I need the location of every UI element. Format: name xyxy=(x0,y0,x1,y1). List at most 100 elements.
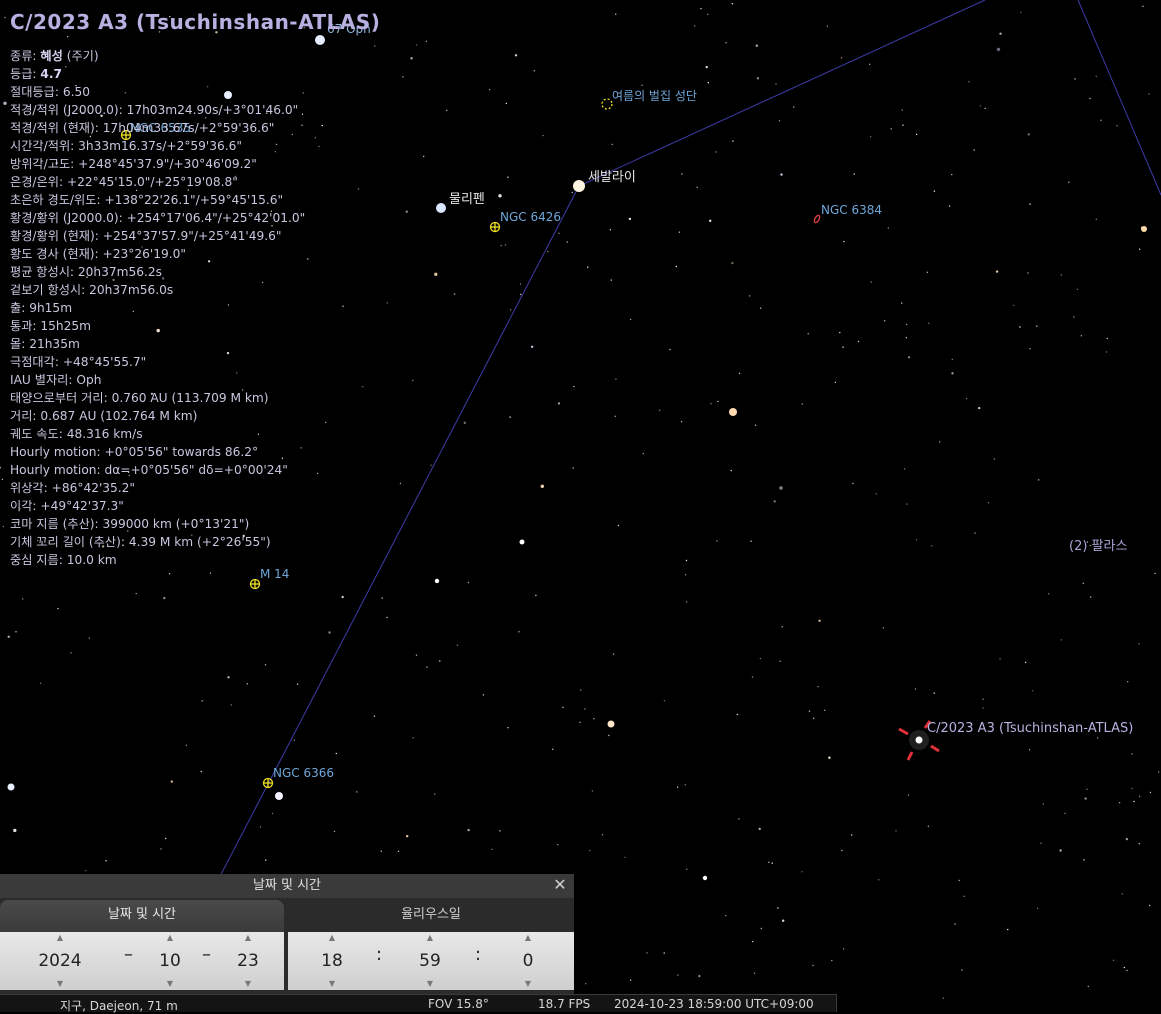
star xyxy=(535,594,537,597)
down-arrow-icon[interactable]: ▼ xyxy=(400,978,460,990)
star-label-mulliphen[interactable]: 물리펜 xyxy=(449,188,485,207)
info-row: 적경/적위 (J2000.0): 17h03m24.90s/+3°01'46.0… xyxy=(10,101,305,119)
up-arrow-icon[interactable]: ▲ xyxy=(302,932,362,944)
star xyxy=(88,637,91,639)
up-arrow-icon[interactable]: ▲ xyxy=(498,932,558,944)
star xyxy=(758,827,761,831)
year-spinner[interactable]: ▲ 2024 ▼ xyxy=(30,932,90,990)
planet-label-pallas[interactable]: (2) 팔라스 xyxy=(1069,535,1127,554)
star xyxy=(781,626,783,628)
up-arrow-icon[interactable]: ▲ xyxy=(400,932,460,944)
tab-julian-day[interactable]: 율리우스일 xyxy=(288,900,574,934)
star xyxy=(410,57,413,60)
star xyxy=(617,524,620,527)
star xyxy=(386,616,388,619)
star xyxy=(841,849,843,852)
star xyxy=(694,25,696,27)
star xyxy=(725,914,727,917)
star xyxy=(705,65,708,69)
star xyxy=(677,974,679,976)
month-value[interactable]: 10 xyxy=(140,944,200,978)
star xyxy=(926,271,929,273)
dso-label-m14[interactable]: M 14 xyxy=(260,567,289,581)
star xyxy=(642,452,644,455)
info-value: +23°26'19.0" xyxy=(102,247,186,261)
down-arrow-icon[interactable]: ▼ xyxy=(30,978,90,990)
star xyxy=(160,848,162,850)
star xyxy=(185,744,187,746)
up-arrow-icon[interactable]: ▲ xyxy=(30,932,90,944)
star xyxy=(1126,969,1128,972)
minute-value[interactable]: 59 xyxy=(400,944,460,978)
star xyxy=(1029,347,1031,350)
star xyxy=(875,493,877,495)
star xyxy=(325,421,327,424)
comet-label[interactable]: C/2023 A3 (Tsuchinshan-ATLAS) xyxy=(927,721,1133,736)
down-arrow-icon[interactable]: ▼ xyxy=(498,978,558,990)
date-separator: – xyxy=(202,944,211,965)
fov-text: FOV 15.8° xyxy=(428,997,489,1011)
star xyxy=(725,42,727,44)
star xyxy=(646,952,648,954)
day-spinner[interactable]: ▲ 23 ▼ xyxy=(218,932,278,990)
star-label-cebalrai[interactable]: 세발라이 xyxy=(588,166,636,185)
info-row: 위상각: +86°42'35.2" xyxy=(10,479,305,497)
star xyxy=(271,812,274,815)
dso-label-ngc6426[interactable]: NGC 6426 xyxy=(500,210,561,224)
info-key: 통과: xyxy=(10,319,37,333)
info-key: 중심 지름: xyxy=(10,553,63,567)
star xyxy=(730,469,732,472)
year-value[interactable]: 2024 xyxy=(30,944,90,978)
down-arrow-icon[interactable]: ▼ xyxy=(302,978,362,990)
star xyxy=(530,345,534,348)
dso-label-ngc6366[interactable]: NGC 6366 xyxy=(273,766,334,780)
star xyxy=(1012,304,1015,306)
hour-value[interactable]: 18 xyxy=(302,944,362,978)
info-key: 극점대각: xyxy=(10,355,59,369)
star xyxy=(987,502,990,504)
tab-date-time[interactable]: 날짜 및 시간 xyxy=(0,900,284,934)
month-spinner[interactable]: ▲ 10 ▼ xyxy=(140,932,200,990)
down-arrow-icon[interactable]: ▼ xyxy=(218,978,278,990)
info-row: Hourly motion: dα=+0°05'56" dδ=+0°00'24" xyxy=(10,461,305,479)
minute-spinner[interactable]: ▲ 59 ▼ xyxy=(400,932,460,990)
info-row: 출: 9h15m xyxy=(10,299,305,317)
star xyxy=(901,109,903,111)
star xyxy=(1084,797,1087,800)
up-arrow-icon[interactable]: ▲ xyxy=(140,932,200,944)
star xyxy=(1118,802,1121,804)
location-text[interactable]: 지구, Daejeon, 71 m xyxy=(60,997,178,1014)
second-spinner[interactable]: ▲ 0 ▼ xyxy=(498,932,558,990)
star xyxy=(684,784,686,786)
star xyxy=(314,137,317,139)
star xyxy=(504,244,507,246)
dialog-titlebar[interactable]: 날짜 및 시간 ✕ xyxy=(0,874,574,898)
datetime-text[interactable]: 2024-10-23 18:59:00 UTC+09:00 xyxy=(614,997,814,1011)
dialog-title: 날짜 및 시간 xyxy=(252,878,322,893)
second-value[interactable]: 0 xyxy=(498,944,558,978)
cluster-label[interactable]: 여름의 벌집 성단 xyxy=(612,87,697,104)
close-icon[interactable]: ✕ xyxy=(552,877,568,893)
star xyxy=(488,89,491,91)
star xyxy=(434,272,438,276)
star xyxy=(585,983,587,985)
star xyxy=(884,320,886,322)
star xyxy=(1139,248,1141,250)
info-key: 은경/은위: xyxy=(10,175,64,189)
star xyxy=(716,540,718,542)
hour-spinner[interactable]: ▲ 18 ▼ xyxy=(302,932,362,990)
day-value[interactable]: 23 xyxy=(218,944,278,978)
star xyxy=(201,700,203,702)
star xyxy=(731,3,734,5)
info-row: 기체 꼬리 길이 (추산): 4.39 M km (+2°26'55") xyxy=(10,533,305,551)
up-arrow-icon[interactable]: ▲ xyxy=(218,932,278,944)
star xyxy=(1133,800,1135,803)
star xyxy=(826,25,829,27)
down-arrow-icon[interactable]: ▼ xyxy=(140,978,200,990)
star xyxy=(614,415,616,417)
info-value: 4.7 xyxy=(40,67,62,81)
dso-label-ngc6384[interactable]: NGC 6384 xyxy=(821,203,882,217)
star xyxy=(659,409,661,411)
info-row: 등급: 4.7 xyxy=(10,65,305,83)
info-row: 궤도 속도: 48.316 km/s xyxy=(10,425,305,443)
